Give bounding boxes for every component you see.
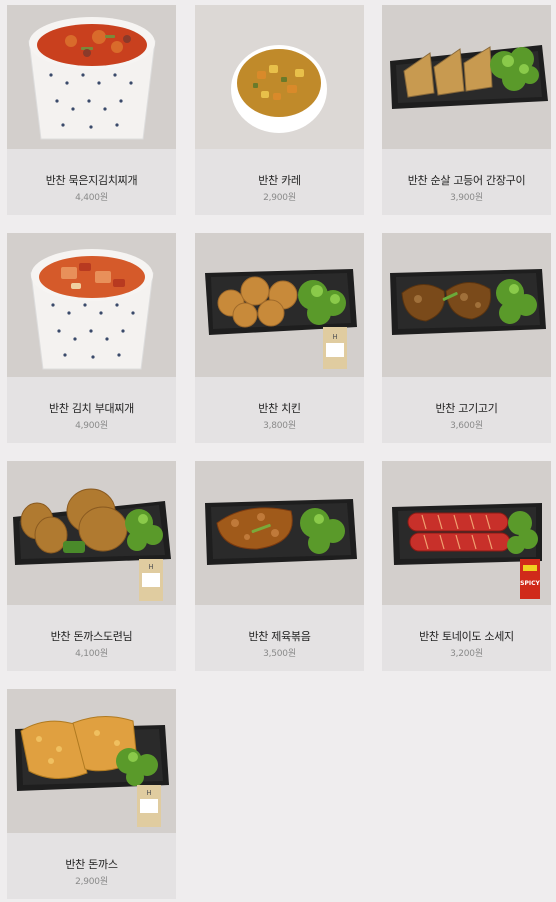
spicy-pork-tray-icon	[205, 499, 357, 565]
product-name[interactable]: 반찬 토네이도 소세지	[382, 628, 551, 644]
product-name[interactable]: 반찬 묵은지김치찌개	[7, 172, 176, 188]
product-price: 4,900원	[75, 421, 108, 431]
sausage-tray-icon: SPICY	[392, 503, 542, 599]
product-price: 3,900원	[450, 193, 483, 203]
product-card[interactable]: 반찬 김치 부대찌개 4,900원	[7, 233, 176, 443]
product-image[interactable]: H	[195, 233, 364, 377]
product-image[interactable]: H	[7, 689, 176, 833]
product-name[interactable]: 반찬 카레	[195, 172, 364, 188]
product-card[interactable]: 반찬 고기고기 3,600원	[382, 233, 551, 443]
product-image[interactable]: H	[7, 461, 176, 605]
product-card[interactable]: SPICY 반찬 토네이도 소세지 3,200원	[382, 461, 551, 671]
product-name[interactable]: 반찬 김치 부대찌개	[7, 400, 176, 416]
stew-bowl-icon	[28, 17, 156, 140]
product-grid: 반찬 묵은지김치찌개 4,400원 반찬 카레 2,900원 반찬 순살 고등어…	[0, 0, 556, 902]
meat-tray-icon	[390, 269, 546, 335]
product-card[interactable]: 반찬 순살 고등어 간장구이 3,900원	[382, 5, 551, 215]
product-card[interactable]: H 반찬 돈까스도련님 4,100원	[7, 461, 176, 671]
fried-chicken-tray-icon: H	[205, 269, 357, 369]
product-price: 3,600원	[450, 421, 483, 431]
product-price: 3,500원	[263, 649, 296, 659]
product-price: 4,100원	[75, 649, 108, 659]
product-price: 3,800원	[263, 421, 296, 431]
product-image[interactable]	[195, 461, 364, 605]
grilled-mackerel-icon	[390, 45, 548, 109]
product-name[interactable]: 반찬 치킨	[195, 400, 364, 416]
product-image[interactable]: SPICY	[382, 461, 551, 605]
curry-bowl-icon	[231, 45, 327, 133]
product-price: 2,900원	[75, 877, 108, 887]
product-image[interactable]	[382, 5, 551, 149]
product-image[interactable]	[7, 233, 176, 377]
product-name[interactable]: 반찬 돈까스	[7, 856, 176, 872]
product-image[interactable]	[382, 233, 551, 377]
product-image[interactable]	[195, 5, 364, 149]
product-name[interactable]: 반찬 돈까스도련님	[7, 628, 176, 644]
sauce-label: H	[332, 333, 337, 341]
product-price: 2,900원	[263, 193, 296, 203]
product-card[interactable]: H 반찬 치킨 3,800원	[195, 233, 364, 443]
cutlet-patty-tray-icon: H	[13, 488, 171, 601]
product-card[interactable]: 반찬 카레 2,900원	[195, 5, 364, 215]
product-image[interactable]	[7, 5, 176, 149]
sauce-label: SPICY	[520, 580, 540, 587]
sauce-label: H	[148, 563, 153, 571]
product-name[interactable]: 반찬 제육볶음	[195, 628, 364, 644]
army-stew-bowl-icon	[30, 249, 154, 370]
product-card[interactable]: 반찬 제육볶음 3,500원	[195, 461, 364, 671]
pork-cutlet-tray-icon: H	[15, 716, 169, 827]
product-price: 4,400원	[75, 193, 108, 203]
product-name[interactable]: 반찬 고기고기	[382, 400, 551, 416]
product-name[interactable]: 반찬 순살 고등어 간장구이	[382, 172, 551, 188]
sauce-label: H	[146, 789, 151, 797]
product-card[interactable]: 반찬 묵은지김치찌개 4,400원	[7, 5, 176, 215]
product-price: 3,200원	[450, 649, 483, 659]
product-card[interactable]: H 반찬 돈까스 2,900원	[7, 689, 176, 899]
